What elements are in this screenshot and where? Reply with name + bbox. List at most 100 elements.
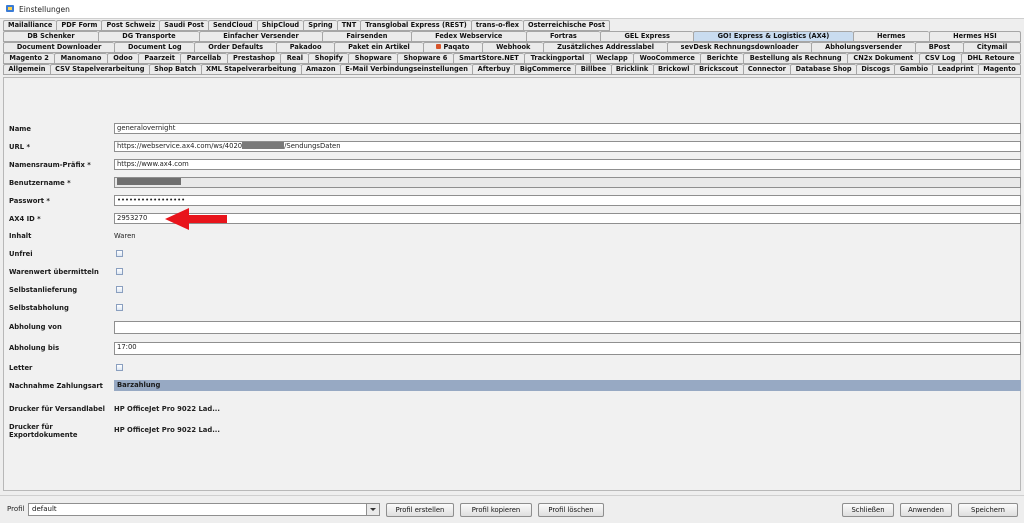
tab-shopify[interactable]: Shopify [308,53,349,64]
tab-paqato[interactable]: Paqato [422,42,483,53]
tab-sendcloud[interactable]: SendCloud [207,20,257,31]
tab-bestellung-als-rechnung[interactable]: Bestellung als Rechnung [743,53,847,64]
abholung-von-field[interactable] [114,321,1021,334]
tab-mailalliance[interactable]: Mailalliance [3,20,57,31]
abholung-bis-field[interactable]: 17:00 [114,342,1021,355]
tab-afterbuy[interactable]: Afterbuy [472,64,515,75]
tab-xml-stapelverarbeitung[interactable]: XML Stapelverarbeitung [200,64,301,75]
selbstanlieferung-checkbox[interactable] [116,286,123,293]
tab-shop-batch[interactable]: Shop Batch [148,64,201,75]
tab-cn2x-dokument[interactable]: CN2x Dokument [847,53,919,64]
tab-citymail[interactable]: Citymail [963,42,1022,53]
tab-transglobal-express-rest[interactable]: Transglobal Express (REST) [360,20,471,31]
create-profile-button[interactable]: Profil erstellen [386,503,454,517]
tab-bricklink[interactable]: Bricklink [610,64,653,75]
namespace-field[interactable]: https://www.ax4.com [114,159,1021,170]
tab-shopware[interactable]: Shopware [348,53,398,64]
tab-brickowl[interactable]: Brickowl [652,64,694,75]
tab-odoo[interactable]: Odoo [106,53,139,64]
tab-einfacher-versender[interactable]: Einfacher Versender [198,31,323,42]
chevron-down-icon[interactable] [366,504,379,515]
tab-allgemein[interactable]: Allgemein [3,64,50,75]
tab-document-log[interactable]: Document Log [114,42,195,53]
tab-hermes-hsi[interactable]: Hermes HSI [928,31,1021,42]
ax4id-label: AX4 ID * [9,215,41,223]
drucker-export-value[interactable]: HP OfficeJet Pro 9022 Lad... [114,424,220,436]
tab-fairsenden[interactable]: Fairsenden [322,31,411,42]
tab-magento-2[interactable]: Magento 2 [3,53,55,64]
tab-dhl-retoure[interactable]: DHL Retoure [960,53,1021,64]
tab-database-shop[interactable]: Database Shop [790,64,856,75]
tab-fedex-webservice[interactable]: Fedex Webservice [410,31,526,42]
tab-discogs[interactable]: Discogs [856,64,895,75]
tab-brickscout[interactable]: Brickscout [693,64,743,75]
tab-pakadoo[interactable]: Pakadoo [275,42,335,53]
tab-go-express-logistics-ax4[interactable]: GO! Express & Logistics (AX4) [693,31,853,42]
tab-label: Mailalliance [8,21,53,29]
profile-select[interactable]: default [28,503,380,516]
tab-berichte[interactable]: Berichte [700,53,744,64]
tab-connector[interactable]: Connector [742,64,791,75]
tab-billbee[interactable]: Billbee [575,64,611,75]
tab-saudi-post[interactable]: Saudi Post [159,20,208,31]
tab-magento[interactable]: Magento [977,64,1022,75]
tab-paket-ein-artikel[interactable]: Paket ein Artikel [334,42,423,53]
save-button[interactable]: Speichern [958,503,1018,517]
tab-db-schenker[interactable]: DB Schenker [3,31,98,42]
tab-e-mail-verbindungseinstellungen[interactable]: E-Mail Verbindungseinstellungen [339,64,473,75]
tab-trackingportal[interactable]: Trackingportal [524,53,590,64]
tab-prestashop[interactable]: Prestashop [226,53,281,64]
copy-profile-button[interactable]: Profil kopieren [460,503,532,517]
tab-osterreichische-post[interactable]: Österreichische Post [522,20,611,31]
tab-fortras[interactable]: Fortras [525,31,601,42]
tab-hermes[interactable]: Hermes [852,31,929,42]
tab-csv-stapelverarbeitung[interactable]: CSV Stapelverarbeitung [49,64,149,75]
tab-gel-express[interactable]: GEL Express [600,31,694,42]
tab-gambio[interactable]: Gambio [894,64,933,75]
close-button[interactable]: Schließen [842,503,894,517]
ax4id-field[interactable]: 2953270 [114,213,1021,224]
tab-abholungsversender[interactable]: Abholungsversender [811,42,915,53]
tab-leadprint[interactable]: Leadprint [932,64,978,75]
tab-sevdesk-rechnungsdownloader[interactable]: sevDesk Rechnungsdownloader [666,42,812,53]
tab-order-defaults[interactable]: Order Defaults [194,42,276,53]
tab-paarzeit[interactable]: Paarzeit [138,53,181,64]
tab-parcellab[interactable]: Parcellab [180,53,227,64]
tab-manomano[interactable]: Manomano [54,53,107,64]
url-field[interactable]: https://webservice.ax4.com/ws/4020/Sendu… [114,141,1021,152]
warenwert-checkbox[interactable] [116,268,123,275]
tab-amazon[interactable]: Amazon [300,64,340,75]
tab-weclapp[interactable]: Weclapp [589,53,634,64]
tab-real[interactable]: Real [280,53,309,64]
tab-bigcommerce[interactable]: BigCommerce [514,64,576,75]
warenwert-label: Warenwert übermitteln [9,268,99,276]
username-field[interactable] [114,177,1021,188]
tab-pdf-form[interactable]: PDF Form [56,20,102,31]
unfrei-checkbox[interactable] [116,250,123,257]
nachnahme-label: Nachnahme Zahlungsart [9,382,103,390]
tab-bpost[interactable]: BPost [914,42,963,53]
tab-trans-o-flex[interactable]: trans-o-flex [470,20,523,31]
letter-checkbox[interactable] [116,364,123,371]
row-abholung-von: Abholung von [9,321,1021,334]
delete-profile-button[interactable]: Profil löschen [538,503,604,517]
tab-shopware-6[interactable]: Shopware 6 [397,53,453,64]
tab-smartstore-net[interactable]: SmartStore.NET [452,53,525,64]
tab-spring[interactable]: Spring [303,20,337,31]
tab-shipcloud[interactable]: ShipCloud [256,20,304,31]
tab-woocommerce[interactable]: WooCommerce [633,53,701,64]
tab-document-downloader[interactable]: Document Downloader [3,42,115,53]
apply-button[interactable]: Anwenden [900,503,952,517]
tab-post-schweiz[interactable]: Post Schweiz [101,20,160,31]
selbstabholung-checkbox[interactable] [116,304,123,311]
tab-tnt[interactable]: TNT [336,20,361,31]
tab-csv-log[interactable]: CSV Log [918,53,961,64]
password-field[interactable]: ••••••••••••••••• [114,195,1021,206]
tab-webhook[interactable]: Webhook [482,42,544,53]
tab-zusatzliches-addresslabel[interactable]: Zusätzliches Addresslabel [543,42,667,53]
tab-label: Paket ein Artikel [348,43,410,51]
drucker-versand-value[interactable]: HP OfficeJet Pro 9022 Lad... [114,403,220,415]
name-field[interactable]: generalovernight [114,123,1021,134]
tab-dg-transporte[interactable]: DG Transporte [97,31,199,42]
nachnahme-select[interactable]: Barzahlung [114,380,1021,391]
